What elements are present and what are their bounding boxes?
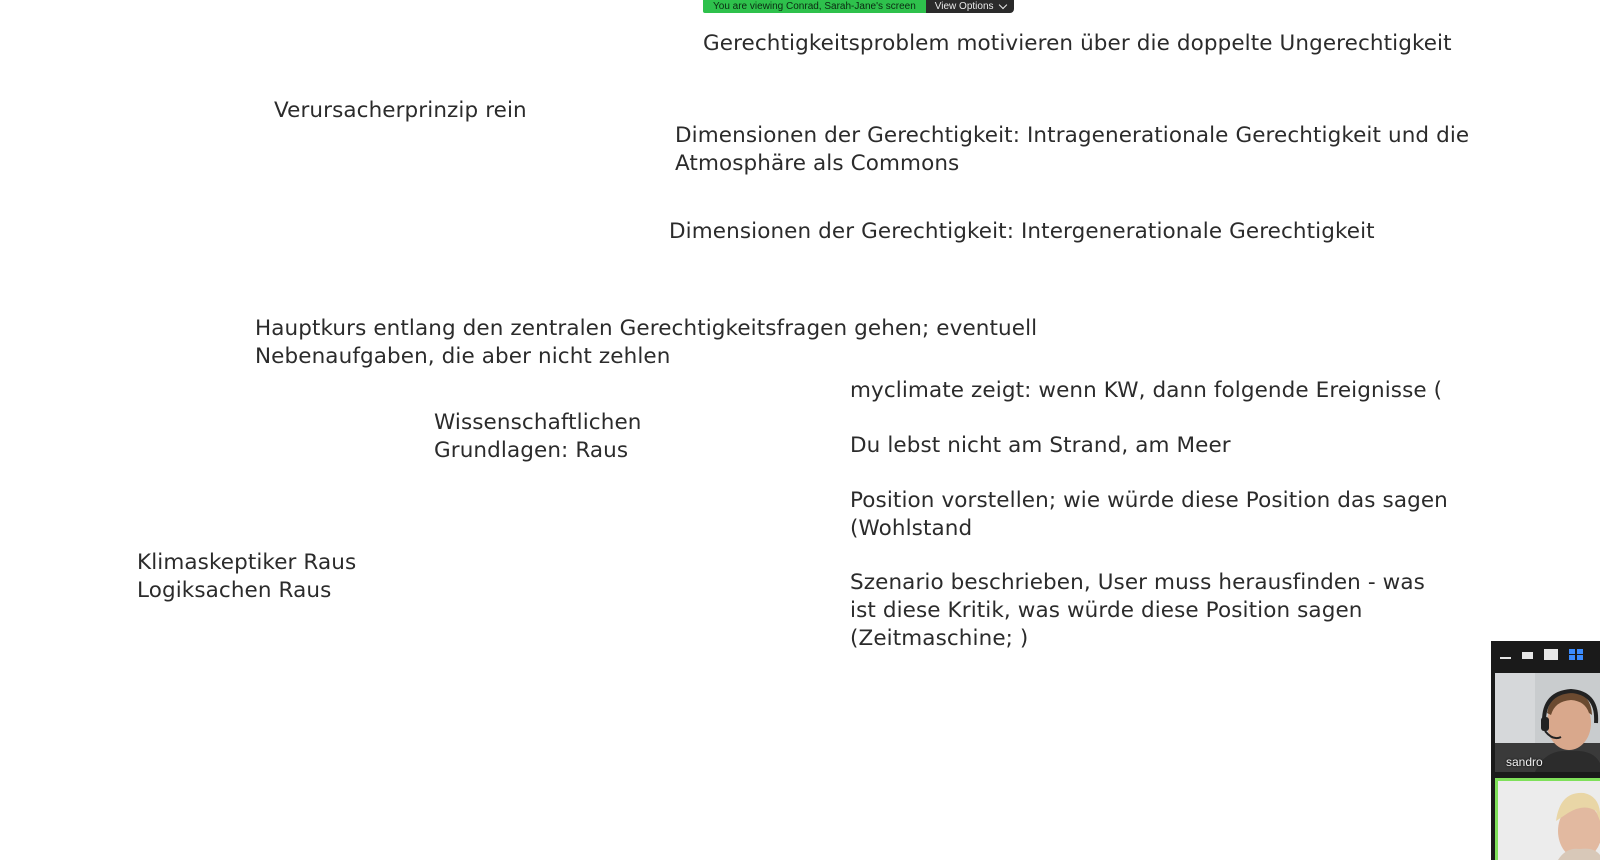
note-intergenerational[interactable]: Dimensionen der Gerechtigkeit: Intergene… [669, 218, 1375, 246]
note-motivate-justice[interactable]: Gerechtigkeitsproblem motivieren über di… [703, 30, 1452, 58]
note-line: Atmosphäre als Commons [675, 151, 960, 176]
note-line: Du lebst nicht am Strand, am Meer [850, 433, 1231, 458]
note-line: Nebenaufgaben, die aber nicht zehlen [255, 344, 671, 369]
note-line: ist diese Kritik, was würde diese Positi… [850, 598, 1363, 623]
participant-tile-active-speaker[interactable] [1495, 778, 1600, 860]
note-line: Szenario beschrieben, User muss herausfi… [850, 570, 1425, 595]
note-line: Wissenschaftlichen [434, 410, 642, 435]
small-view-icon[interactable] [1522, 652, 1533, 659]
note-line: Hauptkurs entlang den zentralen Gerechti… [255, 316, 1038, 341]
note-polluter-principle[interactable]: Verursacherprinzip rein [274, 97, 527, 125]
participant-name: sandro [1506, 755, 1543, 769]
screen-share-banner: You are viewing Conrad, Sarah-Jane's scr… [703, 0, 1014, 13]
note-line: Position vorstellen; wie würde diese Pos… [850, 488, 1448, 513]
video-panel-toolbar [1491, 641, 1600, 667]
note-line: Grundlagen: Raus [434, 438, 629, 463]
note-line: Verursacherprinzip rein [274, 98, 527, 123]
note-line: (Zeitmaschine; ) [850, 626, 1029, 651]
note-position[interactable]: Position vorstellen; wie würde diese Pos… [850, 487, 1448, 543]
note-line: Dimensionen der Gerechtigkeit: Intergene… [669, 219, 1375, 244]
view-options-button[interactable]: View Options [925, 0, 1014, 13]
note-line: Dimensionen der Gerechtigkeit: Intragene… [675, 123, 1470, 148]
chevron-down-icon [998, 0, 1007, 10]
note-scientific-basics[interactable]: Wissenschaftlichen Grundlagen: Raus [434, 409, 642, 465]
participant-tile-sandro[interactable]: sandro [1495, 673, 1600, 772]
note-line: myclimate zeigt: wenn KW, dann folgende … [850, 378, 1443, 403]
note-line: (Wohlstand [850, 516, 973, 541]
note-line: Logiksachen Raus [137, 578, 332, 603]
note-scenario[interactable]: Szenario beschrieben, User muss herausfi… [850, 569, 1425, 653]
gallery-view-icon[interactable] [1569, 648, 1583, 660]
view-options-label: View Options [934, 1, 994, 12]
note-line: Klimaskeptiker Raus [137, 550, 357, 575]
participant-video-panel: sandro [1491, 641, 1600, 860]
note-main-course[interactable]: Hauptkurs entlang den zentralen Gerechti… [255, 315, 1037, 371]
note-beach[interactable]: Du lebst nicht am Strand, am Meer [850, 432, 1231, 460]
shared-screen-canvas: You are viewing Conrad, Sarah-Jane's scr… [0, 0, 1600, 860]
note-myclimate[interactable]: myclimate zeigt: wenn KW, dann folgende … [850, 377, 1442, 405]
note-line: Gerechtigkeitsproblem motivieren über di… [703, 31, 1452, 56]
large-view-icon[interactable] [1544, 648, 1558, 660]
note-intragenerational[interactable]: Dimensionen der Gerechtigkeit: Intragene… [675, 122, 1469, 178]
minimize-icon[interactable] [1500, 657, 1511, 659]
participant-video [1498, 781, 1600, 860]
viewing-screen-label: You are viewing Conrad, Sarah-Jane's scr… [703, 0, 926, 13]
note-skeptics[interactable]: Klimaskeptiker Raus Logiksachen Raus [137, 549, 356, 605]
